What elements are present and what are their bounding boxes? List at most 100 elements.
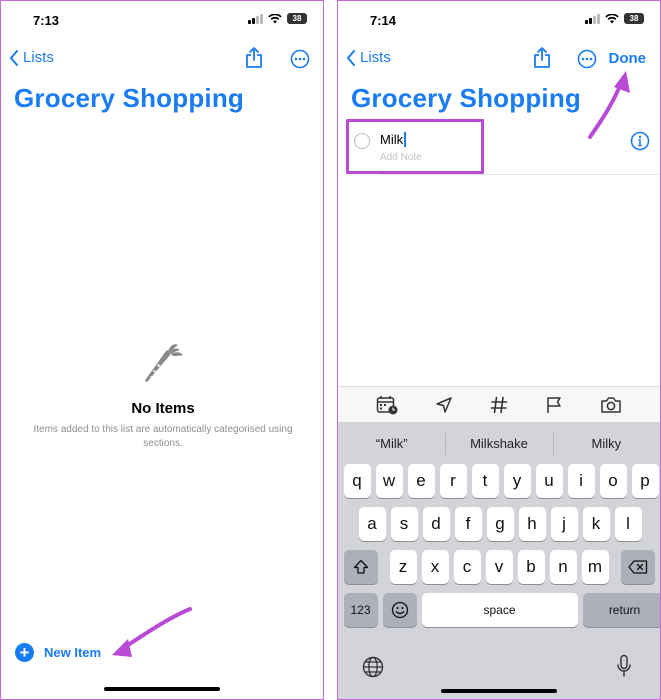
backspace-key[interactable]: [620, 550, 655, 584]
key-n[interactable]: n: [549, 550, 577, 584]
right-screenshot: 7:14 38 Lists Done Grocery Shopping Milk…: [337, 0, 661, 700]
shift-key[interactable]: [343, 550, 378, 584]
numbers-key[interactable]: 123: [343, 593, 378, 627]
wifi-icon: [268, 13, 282, 23]
carrot-icon: [145, 344, 183, 382]
empty-subtitle: Items added to this list are automatical…: [33, 424, 293, 449]
back-label: Lists: [23, 49, 54, 66]
key-row-3: z x c v b n m: [338, 550, 660, 584]
list-title: Grocery Shopping: [14, 83, 245, 113]
suggestion-item[interactable]: Milkshake: [445, 432, 552, 455]
keyboard: “Milk” Milkshake Milky q w e r t y u i o…: [338, 422, 660, 699]
key-l[interactable]: l: [614, 507, 642, 541]
backspace-icon: [627, 560, 647, 574]
back-button[interactable]: Lists: [9, 49, 54, 66]
shift-icon: [353, 559, 368, 574]
cellular-signal-icon: [248, 13, 263, 24]
key-z[interactable]: z: [389, 550, 417, 584]
back-label: Lists: [360, 49, 391, 66]
flag-icon: [547, 396, 561, 413]
key-e[interactable]: e: [407, 464, 435, 498]
share-button[interactable]: [245, 47, 263, 74]
battery-icon: 38: [624, 13, 644, 24]
status-time: 7:13: [33, 13, 60, 28]
quick-toolbar: [338, 386, 660, 422]
share-icon: [246, 47, 262, 68]
globe-button[interactable]: [362, 656, 384, 683]
key-j[interactable]: j: [550, 507, 578, 541]
emoji-key[interactable]: [382, 593, 417, 627]
key-v[interactable]: v: [485, 550, 513, 584]
plus-icon: +: [15, 643, 34, 662]
key-t[interactable]: t: [471, 464, 499, 498]
key-k[interactable]: k: [582, 507, 610, 541]
empty-state: No Items Items added to this list are au…: [1, 341, 323, 451]
tag-button[interactable]: [490, 396, 508, 414]
key-b[interactable]: b: [517, 550, 545, 584]
suggestion-bar: “Milk” Milkshake Milky: [338, 422, 660, 464]
row-divider: [380, 174, 660, 175]
info-icon: [630, 131, 650, 151]
share-button[interactable]: [533, 47, 551, 74]
home-indicator: [104, 687, 220, 691]
new-item-button[interactable]: + New Item: [15, 643, 101, 662]
annotation-highlight-box: [346, 119, 484, 174]
status-time: 7:14: [370, 13, 397, 28]
key-y[interactable]: y: [503, 464, 531, 498]
emoji-icon: [391, 601, 408, 619]
status-icons: 38: [248, 13, 307, 24]
key-a[interactable]: a: [358, 507, 386, 541]
key-c[interactable]: c: [453, 550, 481, 584]
keyboard-bottom-bar: [338, 652, 660, 688]
key-p[interactable]: p: [631, 464, 659, 498]
done-button[interactable]: Done: [609, 50, 647, 67]
camera-button[interactable]: [600, 396, 622, 414]
more-icon: [577, 49, 597, 69]
left-screenshot: 7:13 38 Lists Grocery Shopping No Items …: [0, 0, 324, 700]
new-item-label: New Item: [44, 645, 102, 660]
key-m[interactable]: m: [581, 550, 609, 584]
key-x[interactable]: x: [421, 550, 449, 584]
key-d[interactable]: d: [422, 507, 450, 541]
key-g[interactable]: g: [486, 507, 514, 541]
location-button[interactable]: [435, 396, 453, 414]
key-row-2: a s d f g h j k l: [338, 507, 660, 541]
more-button[interactable]: [290, 49, 310, 74]
key-s[interactable]: s: [390, 507, 418, 541]
suggestion-item[interactable]: “Milk”: [338, 436, 445, 451]
date-time-button[interactable]: [376, 395, 398, 415]
wifi-icon: [605, 13, 619, 23]
empty-title: No Items: [131, 400, 195, 417]
panel-gap: [324, 0, 337, 700]
more-icon: [290, 49, 310, 69]
location-icon: [436, 396, 452, 413]
list-title: Grocery Shopping: [351, 83, 582, 113]
tag-icon: [490, 396, 508, 413]
back-button[interactable]: Lists: [346, 49, 391, 66]
battery-icon: 38: [287, 13, 307, 24]
key-q[interactable]: q: [343, 464, 371, 498]
key-h[interactable]: h: [518, 507, 546, 541]
flag-button[interactable]: [545, 396, 563, 414]
more-button[interactable]: [577, 49, 597, 74]
key-u[interactable]: u: [535, 464, 563, 498]
info-button[interactable]: [630, 131, 650, 156]
camera-icon: [600, 396, 621, 413]
key-o[interactable]: o: [599, 464, 627, 498]
return-key[interactable]: return: [582, 593, 660, 627]
key-w[interactable]: w: [375, 464, 403, 498]
key-row-1: q w e r t y u i o p: [338, 464, 660, 498]
key-f[interactable]: f: [454, 507, 482, 541]
chevron-left-icon: [10, 49, 18, 66]
space-key[interactable]: space: [421, 593, 578, 627]
share-icon: [534, 47, 550, 68]
key-i[interactable]: i: [567, 464, 595, 498]
globe-icon: [362, 656, 384, 678]
annotation-arrow: [112, 607, 192, 657]
microphone-icon: [617, 654, 631, 677]
key-r[interactable]: r: [439, 464, 467, 498]
calendar-clock-icon: [377, 395, 398, 414]
suggestion-item[interactable]: Milky: [552, 432, 660, 455]
dictation-button[interactable]: [616, 654, 632, 683]
status-icons: 38: [585, 13, 644, 24]
